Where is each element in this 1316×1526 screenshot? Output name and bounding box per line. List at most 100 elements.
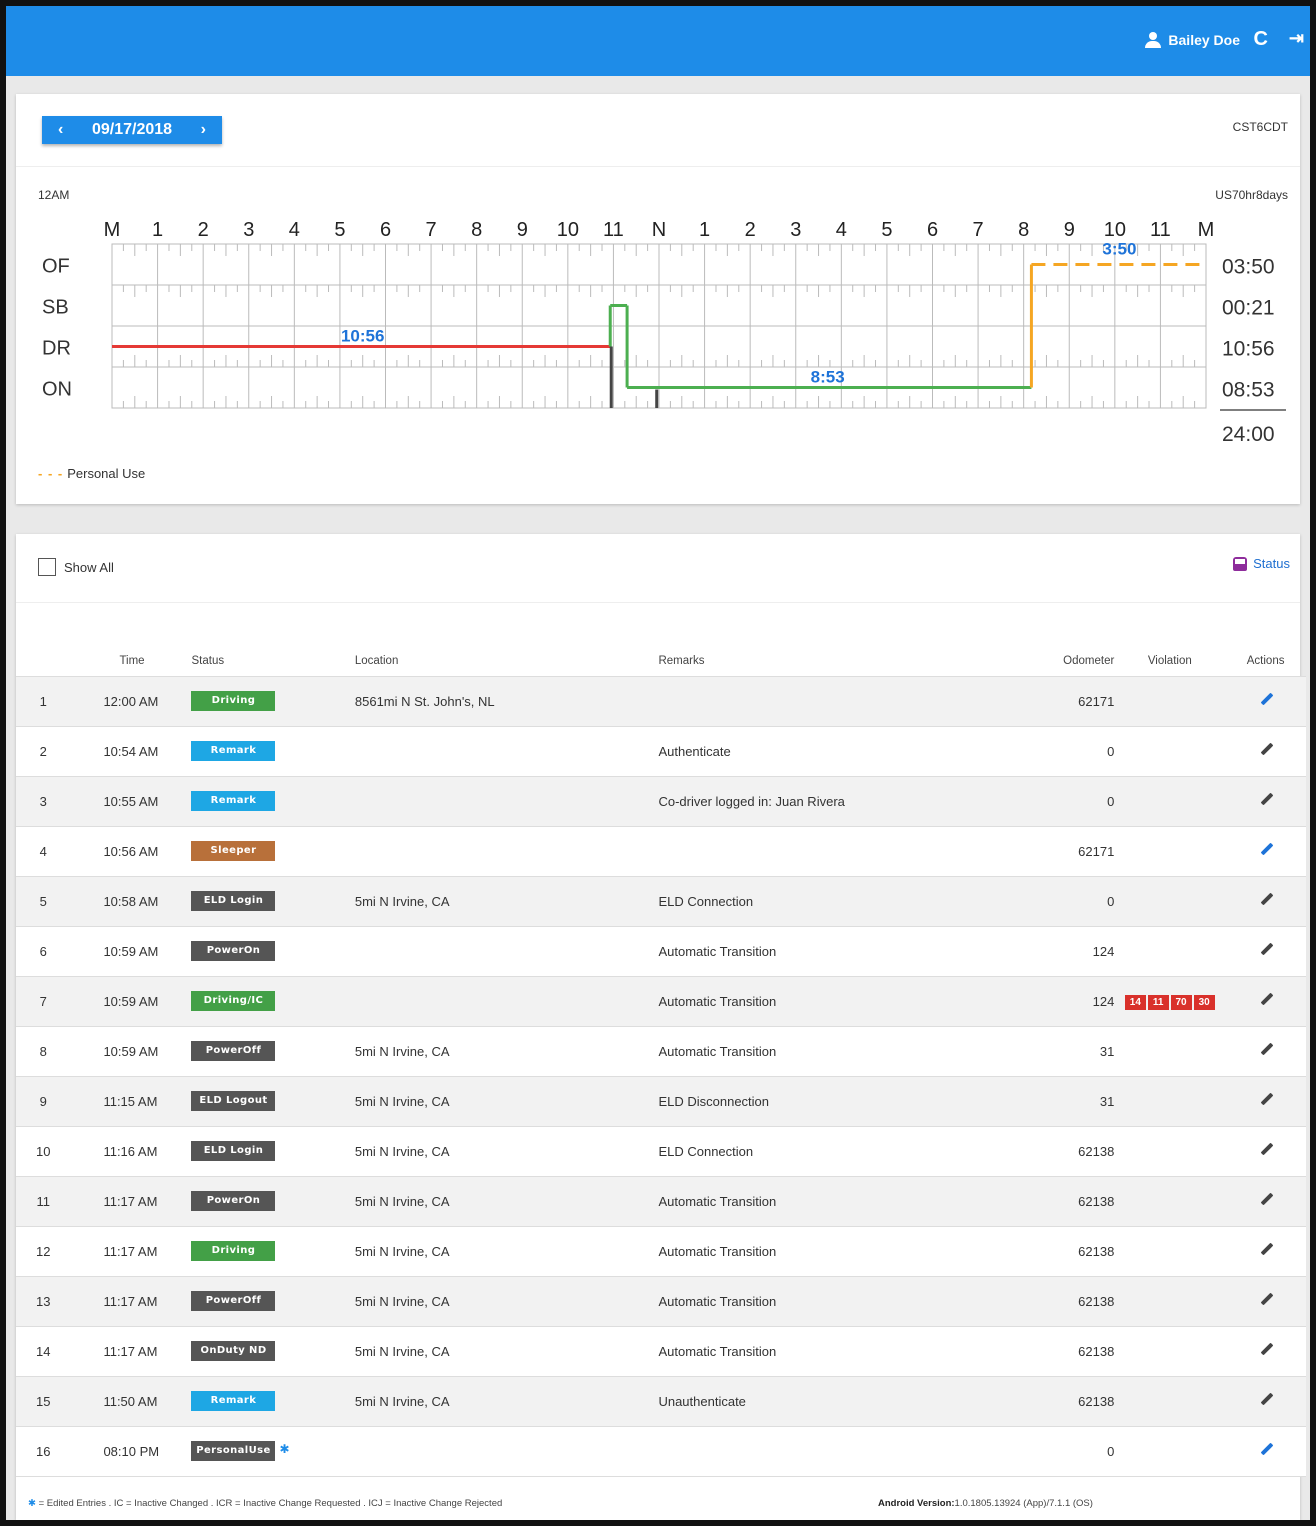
violation-badge[interactable]: 14	[1124, 994, 1146, 1010]
row-violation	[1114, 726, 1226, 777]
android-version-value: 1.0.1805.13924 (App)/7.1.1 (OS)	[954, 1498, 1093, 1509]
col-violation: Violation	[1114, 646, 1226, 677]
row-status: Remark	[191, 1376, 355, 1427]
personal-use-swatch: - - -	[38, 466, 64, 481]
row-violation	[1114, 776, 1226, 827]
edit-pencil-icon[interactable]	[1259, 993, 1273, 1007]
edit-pencil-icon[interactable]	[1259, 1343, 1273, 1357]
row-odometer: 31	[1037, 1076, 1115, 1127]
row-location	[354, 776, 659, 827]
edit-pencil-icon[interactable]	[1259, 1243, 1273, 1257]
row-location: 5mi N Irvine, CA	[354, 1176, 659, 1227]
duty-status-graph: M 1 2 3 4 5 6 7 8 9 10 11 N 1 2 3 4 5 6 7 8 9 10 11 M OF 03:50 SB 00…	[42, 219, 1286, 446]
col-remarks: Remarks	[658, 646, 1038, 677]
edit-pencil-icon[interactable]	[1259, 1143, 1273, 1157]
violation-badge[interactable]: 11	[1147, 994, 1169, 1010]
status-badge: PersonalUse	[191, 1441, 276, 1461]
row-time: 10:59 AM	[70, 926, 192, 977]
row-odometer: 62138	[1037, 1226, 1115, 1277]
row-odometer: 62138	[1037, 1126, 1115, 1177]
footer-legend: ✱ = Edited Entries . IC = Inactive Chang…	[28, 1498, 502, 1509]
hour-tick-label: 7	[973, 219, 984, 241]
edit-pencil-icon[interactable]	[1259, 793, 1273, 807]
user-name: Bailey Doe	[1168, 32, 1240, 48]
row-odometer: 62171	[1037, 826, 1115, 877]
hour-tick-label: 10	[1104, 219, 1126, 241]
table-row: 10 11:16 AM ELD Login 5mi N Irvine, CA ELD C…	[16, 1126, 1306, 1177]
row-actions	[1225, 926, 1306, 977]
status-row-label: SB	[42, 297, 69, 319]
top-bar: Bailey Doe C ⇥	[6, 6, 1310, 76]
row-odometer: 124	[1037, 976, 1115, 1027]
edit-pencil-icon[interactable]	[1259, 1043, 1273, 1057]
row-actions	[1225, 976, 1306, 1027]
row-actions	[1225, 676, 1306, 727]
table-row: 12 11:17 AM Driving 5mi N Irvine, CA Automat…	[16, 1226, 1306, 1277]
row-remarks: Automatic Transition	[658, 1276, 1038, 1327]
table-row: 7 10:59 AM Driving/IC Automatic Transition 1…	[16, 976, 1306, 1027]
row-location: 5mi N Irvine, CA	[354, 1376, 659, 1427]
hour-tick-label: M	[104, 219, 121, 241]
row-actions	[1225, 1326, 1306, 1377]
edit-pencil-icon[interactable]	[1259, 1393, 1273, 1407]
row-status: Driving/IC	[191, 976, 355, 1027]
table-row: 3 10:55 AM Remark Co-driver logged in: Juan…	[16, 776, 1306, 827]
android-version: Android Version:1.0.1805.13924 (App)/7.1…	[878, 1498, 1093, 1509]
graph-card: ‹ 09/17/2018 › CST6CDT 12AM US70hr8days …	[16, 94, 1300, 504]
duration-label: 3:50	[1102, 240, 1136, 259]
hour-tick-label: 6	[380, 219, 391, 241]
edit-pencil-icon[interactable]	[1259, 843, 1273, 857]
row-violation: 14 11 70 30	[1114, 976, 1226, 1027]
violation-badge[interactable]: 70	[1170, 994, 1192, 1010]
edit-pencil-icon[interactable]	[1259, 693, 1273, 707]
row-status: PersonalUse ✱	[191, 1426, 355, 1477]
row-actions	[1225, 1076, 1306, 1127]
table-row: 8 10:59 AM PowerOff 5mi N Irvine, CA Automat…	[16, 1026, 1306, 1077]
violation-badge[interactable]: 30	[1193, 994, 1215, 1010]
row-location: 5mi N Irvine, CA	[354, 1226, 659, 1277]
row-odometer: 0	[1037, 1426, 1115, 1477]
show-all-toggle[interactable]: Show All	[38, 558, 114, 576]
row-number: 4	[16, 826, 71, 877]
divider	[16, 602, 1300, 603]
status-badge: ELD Logout	[191, 1091, 276, 1111]
row-time: 11:17 AM	[70, 1176, 192, 1227]
row-actions	[1225, 1426, 1306, 1477]
hour-tick-label: 2	[745, 219, 756, 241]
row-number: 1	[16, 676, 71, 727]
edit-pencil-icon[interactable]	[1259, 1293, 1273, 1307]
row-remarks: Automatic Transition	[658, 976, 1038, 1027]
show-all-checkbox[interactable]	[38, 558, 56, 576]
row-number: 14	[16, 1326, 71, 1377]
edit-pencil-icon[interactable]	[1259, 943, 1273, 957]
row-status: Driving	[191, 676, 355, 727]
row-total-value: 10:56	[1222, 338, 1275, 361]
edit-pencil-icon[interactable]	[1259, 1193, 1273, 1207]
refresh-icon[interactable]: C	[1254, 28, 1268, 51]
row-time: 10:59 AM	[70, 1026, 192, 1077]
table-row: 4 10:56 AM Sleeper 62171	[16, 826, 1306, 877]
row-violation	[1114, 1326, 1226, 1377]
row-number: 13	[16, 1276, 71, 1327]
row-location: 5mi N Irvine, CA	[354, 1026, 659, 1077]
row-actions	[1225, 826, 1306, 877]
row-number: 7	[16, 976, 71, 1027]
row-time: 12:00 AM	[70, 676, 192, 727]
row-violation	[1114, 926, 1226, 977]
edit-pencil-icon[interactable]	[1259, 1093, 1273, 1107]
app-frame: Bailey Doe C ⇥ ‹ 09/17/2018 › CST6CDT 12…	[0, 0, 1316, 1526]
row-location	[354, 726, 659, 777]
logout-icon[interactable]: ⇥	[1289, 28, 1304, 49]
edit-pencil-icon[interactable]	[1259, 893, 1273, 907]
status-badge: PowerOff	[191, 1291, 276, 1311]
hour-tick-label: 11	[1150, 219, 1171, 241]
hour-tick-label: 10	[557, 219, 579, 241]
user-menu[interactable]: Bailey Doe	[1144, 32, 1240, 48]
status-row-label: DR	[42, 338, 71, 360]
edit-pencil-icon[interactable]	[1259, 1443, 1273, 1457]
status-link[interactable]: Status	[1233, 556, 1290, 571]
event-log-table: Time Status Location Remarks Odometer Vi…	[16, 646, 1306, 1477]
row-remarks: ELD Connection	[658, 876, 1038, 927]
edit-pencil-icon[interactable]	[1259, 743, 1273, 757]
row-violation	[1114, 1376, 1226, 1427]
